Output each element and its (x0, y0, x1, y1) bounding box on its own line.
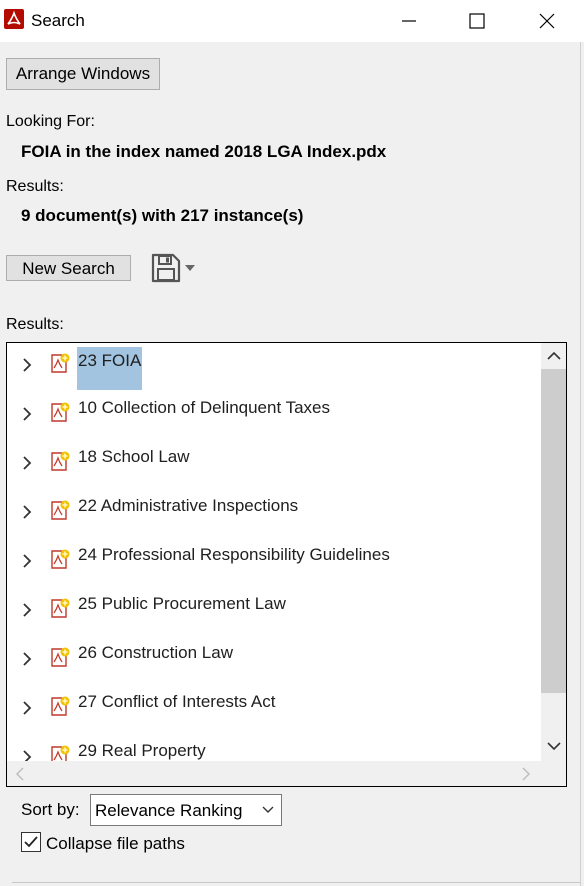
looking-for-label: Looking For: (6, 113, 95, 130)
save-results-button[interactable] (150, 252, 198, 284)
chevron-right-icon[interactable] (21, 700, 33, 716)
acrobat-icon (4, 9, 24, 29)
result-row[interactable]: 18 School Law (7, 441, 541, 490)
chevron-down-icon (262, 806, 274, 813)
pdf-file-icon (51, 647, 70, 667)
result-label[interactable]: 18 School Law (77, 447, 191, 467)
pdf-file-icon (51, 451, 70, 471)
result-label[interactable]: 29 Real Property (77, 741, 207, 761)
sort-by-value: Relevance Ranking (95, 801, 243, 820)
result-label[interactable]: 24 Professional Responsibility Guideline… (77, 545, 391, 565)
result-label[interactable]: 23 FOIA (77, 347, 143, 390)
arrange-windows-button[interactable]: Arrange Windows (6, 58, 160, 90)
result-row[interactable]: 10 Collection of Delinquent Taxes (7, 392, 541, 441)
sort-by-select[interactable]: Relevance Ranking (90, 794, 282, 826)
window-title: Search (31, 11, 85, 30)
scroll-left-icon[interactable] (15, 767, 25, 781)
minimize-button[interactable] (386, 0, 432, 42)
results-list-label: Results: (6, 316, 64, 333)
pdf-file-icon (51, 549, 70, 569)
chevron-right-icon[interactable] (21, 553, 33, 569)
result-label[interactable]: 25 Public Procurement Law (77, 594, 287, 614)
new-search-button[interactable]: New Search (6, 255, 131, 281)
minimize-icon (402, 20, 416, 22)
result-label[interactable]: 27 Conflict of Interests Act (77, 692, 276, 712)
pdf-file-icon (51, 402, 70, 422)
maximize-icon (469, 13, 485, 29)
caret-down-icon[interactable] (184, 264, 196, 272)
result-label[interactable]: 10 Collection of Delinquent Taxes (77, 398, 331, 418)
pdf-file-icon (51, 500, 70, 520)
pdf-file-icon (51, 353, 70, 373)
checkmark-icon (24, 836, 38, 848)
close-icon (539, 13, 555, 29)
chevron-right-icon[interactable] (21, 504, 33, 520)
sort-by-label: Sort by: (21, 800, 80, 819)
chevron-right-icon[interactable] (21, 455, 33, 471)
result-row[interactable]: 26 Construction Law (7, 637, 541, 686)
chevron-right-icon[interactable] (21, 651, 33, 667)
result-row[interactable]: 22 Administrative Inspections (7, 490, 541, 539)
scroll-down-icon[interactable] (547, 741, 561, 751)
looking-for-value: FOIA in the index named 2018 LGA Index.p… (21, 142, 387, 161)
maximize-button[interactable] (454, 0, 500, 42)
collapse-file-paths-label[interactable]: Collapse file paths (46, 834, 185, 854)
pdf-file-icon (51, 696, 70, 716)
scroll-right-icon[interactable] (521, 767, 531, 781)
scrollbar-corner (541, 761, 566, 786)
scroll-up-icon[interactable] (547, 351, 561, 361)
results-tree[interactable]: 23 FOIA 10 Collection of Delinquent Taxes… (6, 342, 567, 787)
chevron-right-icon[interactable] (21, 357, 33, 373)
result-row[interactable]: 23 FOIA (7, 343, 541, 392)
result-row[interactable]: 24 Professional Responsibility Guideline… (7, 539, 541, 588)
vertical-scroll-thumb[interactable] (541, 369, 566, 693)
close-button[interactable] (524, 0, 570, 42)
result-row[interactable]: 25 Public Procurement Law (7, 588, 541, 637)
chevron-right-icon[interactable] (21, 406, 33, 422)
results-summary-value: 9 document(s) with 217 instance(s) (21, 206, 304, 225)
horizontal-scrollbar[interactable] (7, 761, 541, 786)
result-label[interactable]: 26 Construction Law (77, 643, 234, 663)
results-summary-label: Results: (6, 178, 64, 195)
window-edge (580, 42, 581, 886)
divider (12, 882, 580, 883)
title-bar: Search (0, 0, 584, 42)
collapse-file-paths-checkbox[interactable] (21, 832, 41, 852)
pdf-file-icon (51, 598, 70, 618)
save-icon (151, 253, 181, 283)
result-row[interactable]: 27 Conflict of Interests Act (7, 686, 541, 735)
chevron-right-icon[interactable] (21, 602, 33, 618)
result-label[interactable]: 22 Administrative Inspections (77, 496, 299, 516)
